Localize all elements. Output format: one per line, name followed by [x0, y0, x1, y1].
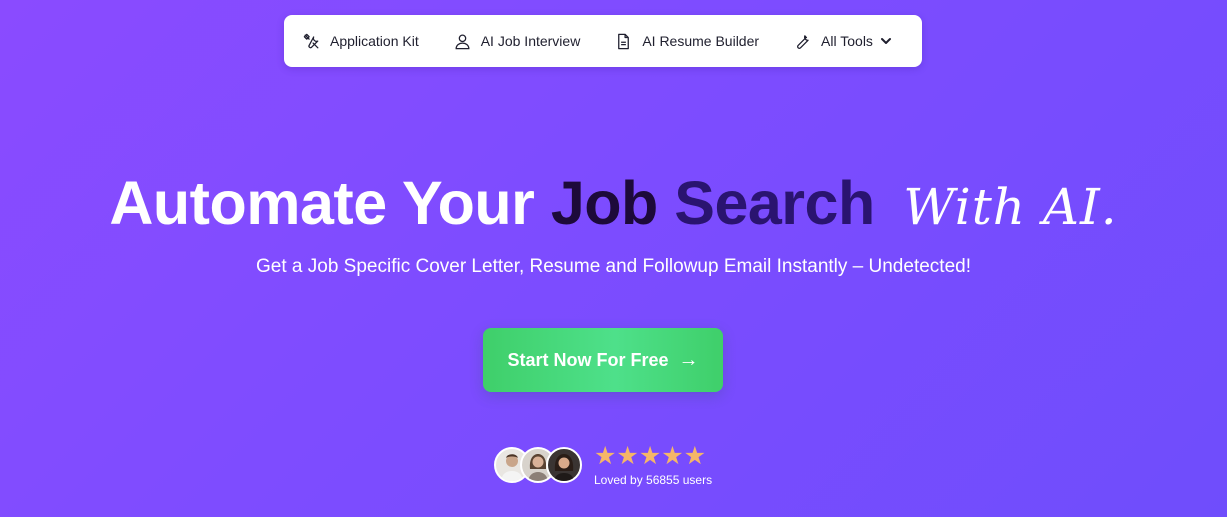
- headline-script-with-ai: With AI.: [903, 178, 1118, 236]
- hero-subtitle: Get a Job Specific Cover Letter, Resume …: [256, 256, 971, 277]
- star-rating-icon: ★★★★★: [594, 442, 707, 470]
- nav-ai-job-interview[interactable]: AI Job Interview: [453, 32, 581, 51]
- rating: ★★★★★ Loved by 56855 users: [594, 443, 712, 487]
- headline-part-automate: Automate Your: [109, 169, 535, 237]
- user-avatars: [494, 447, 582, 483]
- loved-by-count: Loved by 56855 users: [594, 473, 713, 487]
- start-now-button[interactable]: Start Now For Free →: [483, 328, 723, 392]
- document-icon: [618, 33, 630, 49]
- headline-part-search: Search: [674, 169, 875, 237]
- avatar: [546, 447, 582, 483]
- top-navigation: Application Kit AI Job Interview AI Resu…: [284, 15, 922, 67]
- nav-label: AI Job Interview: [480, 33, 581, 49]
- arrow-right-icon: →: [678, 348, 699, 371]
- chevron-down-icon: [880, 38, 891, 44]
- nav-all-tools[interactable]: All Tools: [793, 32, 892, 51]
- wrench-icon: [797, 34, 809, 49]
- nav-application-kit[interactable]: Application Kit: [302, 32, 419, 51]
- user-icon: [455, 34, 470, 49]
- hero-headline: Automate Your Job Search With AI.: [0, 168, 1227, 238]
- headline-part-job: Job: [550, 169, 658, 237]
- nav-label: Application Kit: [330, 33, 419, 49]
- nav-label: AI Resume Builder: [642, 33, 760, 49]
- nav-label: All Tools: [821, 33, 873, 49]
- cta-label: Start Now For Free: [507, 349, 669, 370]
- nav-ai-resume-builder[interactable]: AI Resume Builder: [614, 32, 759, 51]
- tools-icon: [303, 33, 319, 48]
- social-proof: ★★★★★ Loved by 56855 users: [494, 440, 712, 490]
